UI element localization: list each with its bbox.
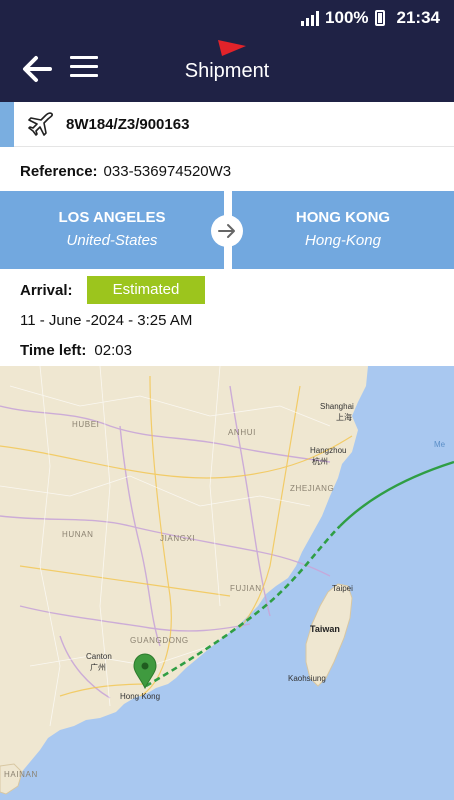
flight-accent-bar bbox=[0, 102, 14, 147]
map-label-zhejiang: ZHEJIANG bbox=[290, 484, 335, 493]
time-left-label: Time left: bbox=[20, 342, 87, 359]
map-label-shanghai-cn: 上海 bbox=[336, 413, 352, 422]
arrival-status-badge: Estimated bbox=[87, 276, 205, 304]
map-label-hunan: HUNAN bbox=[62, 530, 94, 539]
reference-line: Reference: 033-536974520W3 bbox=[20, 163, 231, 180]
route-arrow-icon bbox=[211, 215, 243, 247]
brand-flag-logo bbox=[218, 40, 246, 56]
hamburger-icon bbox=[70, 56, 98, 59]
map-label-taipei: Taipei bbox=[332, 584, 353, 593]
map-label-canton: Canton bbox=[86, 652, 112, 661]
map-label-hangzhou: Hangzhou bbox=[310, 446, 347, 455]
map-label-shanghai: Shanghai bbox=[320, 402, 354, 411]
map-label-canton-cn: 广州 bbox=[90, 663, 106, 672]
map-label-hong-kong: Hong Kong bbox=[120, 692, 161, 701]
battery-icon bbox=[374, 10, 385, 26]
page-title: Shipment bbox=[184, 60, 270, 82]
flight-row: 8W184/Z3/900163 bbox=[0, 102, 454, 147]
destination-box: HONG KONG Hong-Kong bbox=[232, 191, 454, 269]
map-label-jiangxi: JIANGXI bbox=[160, 534, 196, 543]
map-label-anhui: ANHUI bbox=[228, 428, 256, 437]
map-label-hubei: HUBEI bbox=[72, 420, 100, 429]
status-bar: 100% 21:34 bbox=[0, 0, 454, 34]
map-canvas bbox=[0, 366, 454, 800]
map-label-kaohsiung: Kaohsiung bbox=[288, 674, 326, 683]
map-label-hainan: HAINAN bbox=[4, 770, 38, 779]
time-left-value: 02:03 bbox=[94, 342, 132, 359]
origin-box: LOS ANGELES United-States bbox=[0, 191, 224, 269]
map-label-sea: Me bbox=[434, 440, 446, 449]
time-left-line: Time left: 02:03 bbox=[20, 342, 132, 359]
arrival-label: Arrival: bbox=[20, 282, 73, 299]
route-map[interactable]: HUBEI ANHUI Shanghai 上海 Hangzhou 杭州 ZHEJ… bbox=[0, 366, 454, 800]
map-label-guangdong: GUANGDONG bbox=[130, 636, 189, 645]
airplane-icon bbox=[28, 112, 53, 136]
app-bar: Shipment bbox=[0, 34, 454, 102]
clock: 21:34 bbox=[396, 8, 440, 27]
reference-label: Reference: bbox=[20, 163, 98, 180]
arrival-datetime: 11 - June -2024 - 3:25 AM bbox=[20, 312, 193, 329]
reference-value: 033-536974520W3 bbox=[103, 163, 232, 180]
arrival-line: Arrival: bbox=[20, 282, 73, 299]
flight-number: 8W184/Z3/900163 bbox=[66, 116, 190, 133]
signal-icon bbox=[301, 10, 320, 26]
map-label-fujian: FUJIAN bbox=[230, 584, 262, 593]
destination-country: Hong-Kong bbox=[305, 232, 381, 249]
route-panel: LOS ANGELES United-States HONG KONG Hong… bbox=[0, 191, 454, 269]
battery-percentage: 100% bbox=[325, 8, 369, 27]
map-label-taiwan: Taiwan bbox=[310, 624, 340, 634]
map-label-hangzhou-cn: 杭州 bbox=[312, 457, 328, 466]
destination-city: HONG KONG bbox=[295, 209, 391, 226]
origin-city: LOS ANGELES bbox=[58, 209, 166, 226]
origin-country: United-States bbox=[66, 232, 158, 249]
